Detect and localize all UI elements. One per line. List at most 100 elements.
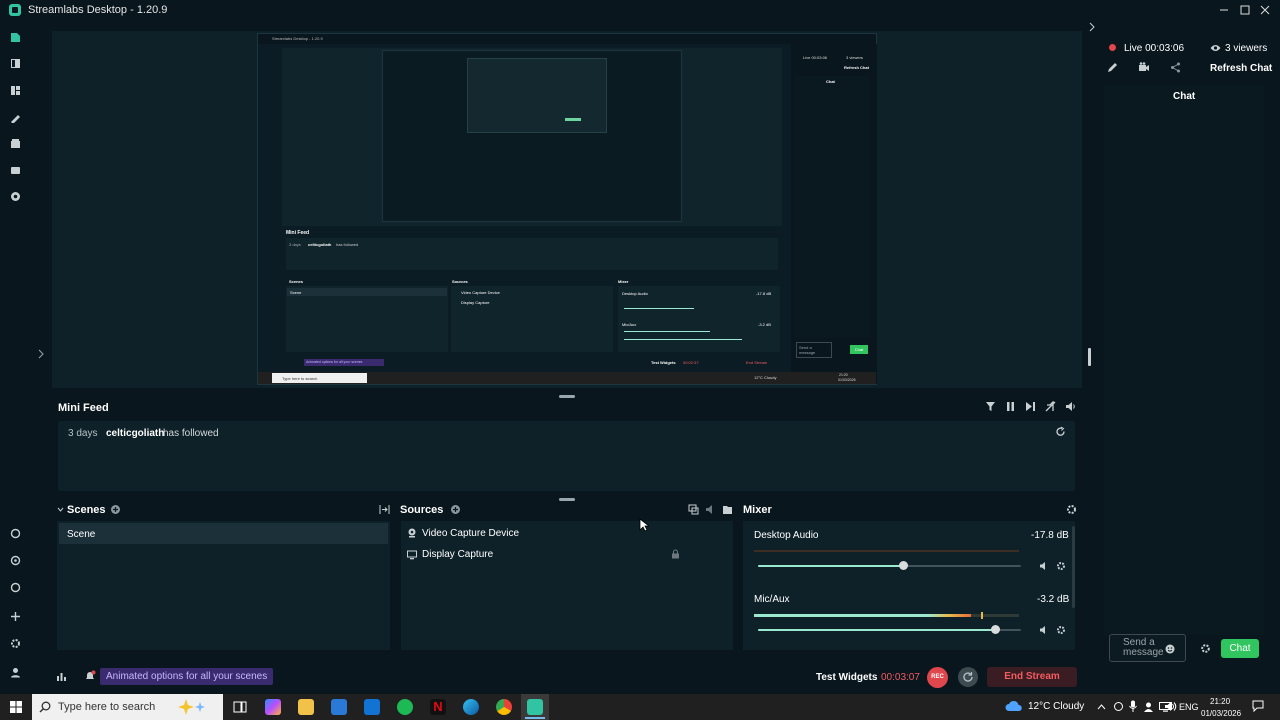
nested-chat-button: Chat: [850, 345, 868, 354]
mute-alerts-icon[interactable]: [1045, 401, 1056, 412]
studio-mode-icon[interactable]: [9, 527, 21, 539]
skip-icon[interactable]: [1025, 401, 1036, 412]
spotify-icon[interactable]: [397, 699, 413, 715]
minimize-icon[interactable]: [1218, 4, 1230, 16]
preview-resize-handle[interactable]: [559, 395, 575, 398]
nested-minifeed-title: Mini Feed: [286, 230, 310, 236]
nested-weather: 12°C Cloudy: [754, 375, 777, 380]
chevron-up-icon[interactable]: [1097, 703, 1106, 710]
clock-date[interactable]: 01/03/2026: [1201, 709, 1241, 718]
add-source-icon[interactable]: [450, 504, 461, 515]
chat-settings-icon[interactable]: [1200, 643, 1211, 654]
file-explorer-icon[interactable]: [298, 699, 314, 715]
nested-feed-time: 3 days: [289, 242, 301, 247]
feed-resize-handle[interactable]: [559, 498, 575, 501]
maximize-icon[interactable]: [1239, 4, 1251, 16]
expand-nav-icon[interactable]: [35, 348, 47, 360]
nested-source2: Display Capture: [461, 300, 490, 305]
source-item-display-capture[interactable]: Display Capture: [422, 549, 493, 560]
rec-button[interactable]: REC: [927, 667, 948, 688]
network-icon[interactable]: [1113, 701, 1124, 712]
link-icon[interactable]: [9, 581, 21, 593]
volume-knob-desktop-audio[interactable]: [899, 561, 908, 570]
source-audio-icon[interactable]: [705, 504, 716, 515]
filter-icon[interactable]: [985, 401, 996, 412]
nested-title: Streamlabs Desktop - 1.20.9: [272, 36, 323, 41]
windows-start-icon[interactable]: [10, 701, 22, 713]
search-highlight-icon: [178, 699, 205, 715]
feed-event-user[interactable]: celticgoliath: [106, 428, 164, 439]
chrome-icon[interactable]: [496, 699, 512, 715]
store-icon[interactable]: [9, 137, 21, 149]
mixer-scrollbar[interactable]: [1072, 526, 1075, 608]
scene-transitions-icon[interactable]: [379, 504, 390, 515]
gear-icon[interactable]: [9, 637, 21, 649]
weather-text[interactable]: 12°C Cloudy: [1028, 701, 1084, 712]
highlighter-icon[interactable]: [9, 190, 21, 202]
nested-scene: Scene: [290, 290, 302, 295]
netflix-icon[interactable]: N: [430, 699, 446, 715]
dashboard-icon[interactable]: [9, 84, 21, 96]
end-stream-button[interactable]: End Stream: [987, 667, 1077, 687]
folder-icon[interactable]: [722, 504, 733, 515]
notifications-icon[interactable]: [1252, 700, 1264, 712]
chat-send-button[interactable]: Chat: [1221, 639, 1259, 658]
notification-bell-icon[interactable]: [84, 670, 96, 682]
clock-time[interactable]: 21:20: [1210, 697, 1230, 706]
task-view-icon[interactable]: [232, 699, 248, 715]
nested-source1: Video Capture Device: [461, 290, 500, 295]
media-icon[interactable]: [9, 164, 21, 176]
window-title: Streamlabs Desktop - 1.20.9: [28, 4, 168, 16]
scene-item[interactable]: [59, 523, 388, 544]
chevron-down-icon[interactable]: [57, 506, 64, 513]
performance-icon[interactable]: [56, 671, 67, 682]
emoji-icon[interactable]: [1165, 644, 1175, 654]
refresh-chat-button[interactable]: Refresh Chat: [1210, 63, 1272, 74]
test-widgets-button[interactable]: Test Widgets: [816, 672, 877, 683]
channel-gear-icon[interactable]: [1056, 561, 1066, 571]
layout-icon[interactable]: [9, 57, 21, 69]
mixer-settings-icon[interactable]: [1066, 504, 1077, 515]
monitor-icon: [407, 550, 417, 560]
editor-icon[interactable]: [9, 31, 21, 43]
add-scene-icon[interactable]: [110, 504, 121, 515]
channel-name-desktop-audio: Desktop Audio: [754, 530, 819, 541]
edit-icon[interactable]: [1107, 62, 1118, 73]
profile-icon[interactable]: [9, 666, 21, 678]
speaker-icon[interactable]: [1039, 561, 1049, 571]
pause-icon[interactable]: [1005, 401, 1016, 412]
mail-app-icon[interactable]: [364, 699, 380, 715]
microphone-icon[interactable]: [1129, 700, 1137, 712]
replay-buffer-button[interactable]: [958, 667, 978, 687]
close-icon[interactable]: [1259, 4, 1271, 16]
speaker-tray-icon[interactable]: [1164, 701, 1177, 712]
volume-knob-mic-aux[interactable]: [991, 625, 1000, 634]
collapse-chat-icon[interactable]: [1088, 22, 1096, 32]
share-icon[interactable]: [1170, 62, 1181, 73]
video-icon[interactable]: [1138, 62, 1150, 73]
speaker-icon[interactable]: [1039, 625, 1049, 635]
settings-alt-icon[interactable]: [9, 554, 21, 566]
lock-icon[interactable]: [671, 549, 680, 559]
nested-chat-title: Chat: [826, 79, 835, 84]
themes-icon[interactable]: [9, 111, 21, 123]
channel-name-mic-aux: Mic/Aux: [754, 594, 790, 605]
nested-preview-pane: [282, 48, 782, 226]
language-indicator[interactable]: ENG: [1179, 702, 1199, 712]
add-group-icon[interactable]: [688, 504, 699, 515]
nested-feed-user: celticgoliath: [308, 242, 332, 247]
source-item-video-capture[interactable]: Video Capture Device: [422, 528, 519, 539]
mic-privacy-icon[interactable]: [1143, 701, 1154, 712]
copilot-icon[interactable]: [265, 699, 281, 715]
channel-gear-icon[interactable]: [1056, 625, 1066, 635]
volume-icon[interactable]: [1065, 401, 1076, 412]
edge-icon[interactable]: [463, 699, 479, 715]
repeat-alert-icon[interactable]: [1055, 426, 1066, 437]
chat-resize-handle[interactable]: [1088, 348, 1091, 366]
promo-banner[interactable]: Animated options for all your scenes: [100, 668, 274, 685]
store-app-icon[interactable]: [331, 699, 347, 715]
sparkle-icon[interactable]: [9, 610, 21, 622]
streamlabs-taskbar-icon[interactable]: [527, 699, 543, 715]
streamlabs-logo-icon: [9, 4, 21, 16]
peak-marker: [981, 612, 983, 619]
